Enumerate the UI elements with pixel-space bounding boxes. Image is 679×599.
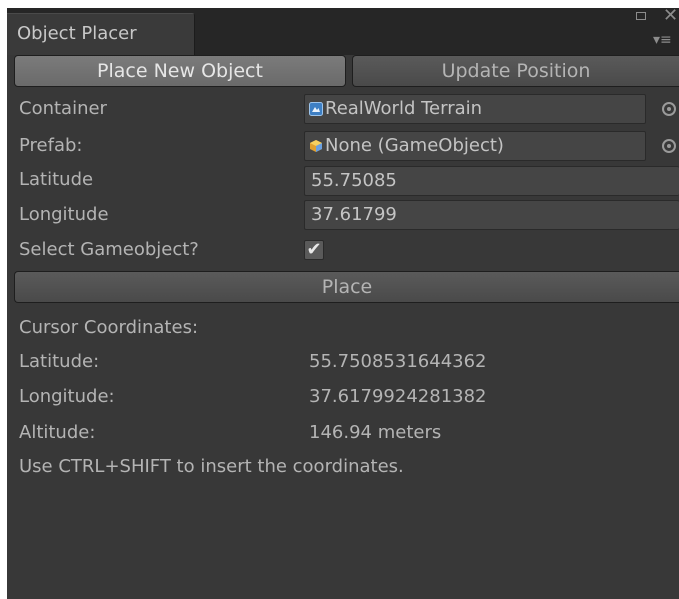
tab-bar: Object Placer ✕ ▾≡ (7, 5, 679, 55)
menu-icon[interactable]: ▾≡ (653, 32, 672, 48)
tab-object-placer[interactable]: Object Placer (7, 13, 195, 55)
object-placer-window: Object Placer ✕ ▾≡ Place New Object Upda… (7, 5, 679, 599)
container-label: Container (19, 98, 107, 119)
gameobject-icon (309, 134, 323, 152)
object-picker-icon[interactable] (662, 102, 676, 116)
terrain-icon (309, 97, 323, 116)
cursor-longitude-label: Longitude: (19, 386, 115, 407)
object-picker-icon[interactable] (662, 139, 676, 153)
container-field[interactable]: RealWorld Terrain (304, 94, 646, 124)
cursor-coordinates-heading: Cursor Coordinates: (19, 317, 199, 338)
container-value: RealWorld Terrain (325, 98, 483, 119)
latitude-label: Latitude (19, 169, 94, 190)
maximize-icon[interactable] (636, 12, 646, 20)
latitude-input[interactable]: 55.75085 (304, 166, 679, 196)
close-icon[interactable]: ✕ (663, 5, 678, 26)
cursor-altitude-value: 146.94 meters (309, 422, 442, 443)
prefab-field[interactable]: None (GameObject) (304, 131, 646, 161)
prefab-label: Prefab: (19, 135, 83, 156)
checkmark-icon: ✔ (306, 239, 322, 260)
place-new-object-button[interactable]: Place New Object (14, 55, 346, 87)
select-gameobject-label: Select Gameobject? (19, 239, 199, 260)
update-position-button[interactable]: Update Position (352, 55, 679, 87)
cursor-latitude-value: 55.7508531644362 (309, 351, 487, 372)
select-gameobject-checkbox[interactable]: ✔ (304, 240, 324, 260)
prefab-value: None (GameObject) (325, 135, 504, 156)
cursor-latitude-label: Latitude: (19, 351, 100, 372)
cursor-altitude-label: Altitude: (19, 422, 96, 443)
insert-hint-text: Use CTRL+SHIFT to insert the coordinates… (19, 456, 404, 477)
longitude-input[interactable]: 37.61799 (304, 200, 679, 230)
cursor-longitude-value: 37.6179924281382 (309, 386, 487, 407)
longitude-label: Longitude (19, 204, 109, 225)
place-button[interactable]: Place (14, 271, 679, 303)
